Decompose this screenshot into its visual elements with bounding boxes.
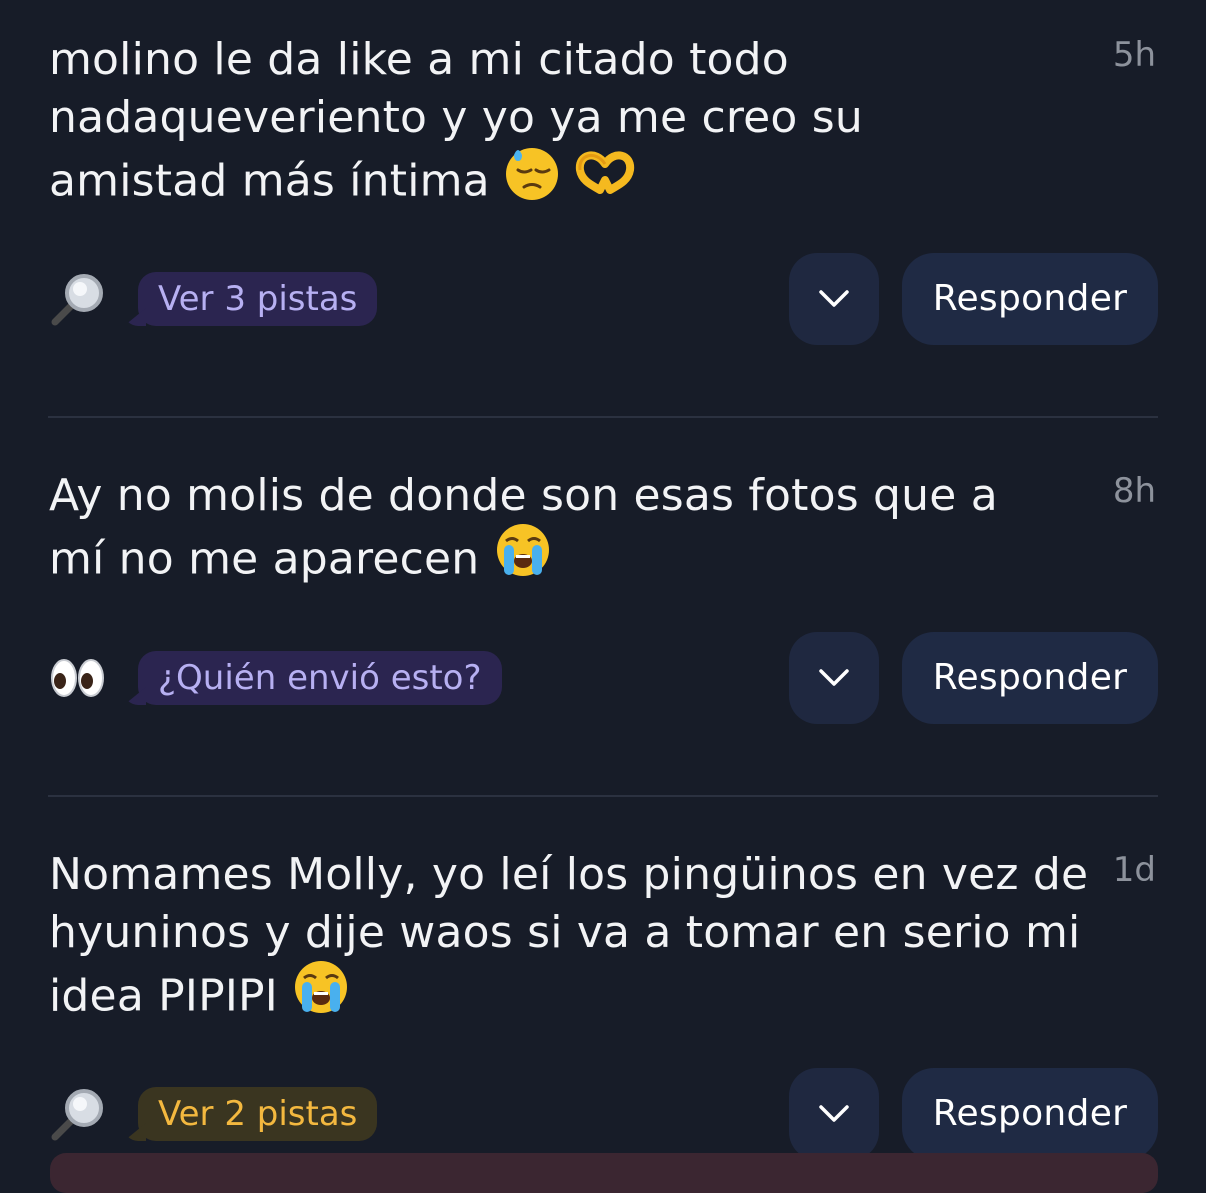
message-body: Nomames Molly, yo leí los pingüinos en v… bbox=[49, 849, 1089, 1022]
next-message-card[interactable] bbox=[50, 1153, 1158, 1193]
message-actions: Ver 3 pistas Responder bbox=[0, 253, 1206, 345]
divider bbox=[48, 795, 1158, 797]
message-time: 5h bbox=[1112, 35, 1156, 75]
reply-button[interactable]: Responder bbox=[902, 632, 1158, 724]
chevron-down-icon bbox=[819, 290, 849, 307]
expand-button[interactable] bbox=[789, 253, 879, 345]
loudly-crying-emoji bbox=[292, 958, 350, 1031]
expand-button[interactable] bbox=[789, 1068, 879, 1160]
message-actions: ¿Quién envió esto? Responder bbox=[0, 632, 1206, 724]
magnifying-glass-icon bbox=[50, 271, 106, 327]
message-time: 8h bbox=[1112, 471, 1156, 511]
chevron-down-icon bbox=[819, 669, 849, 686]
message-text: Nomames Molly, yo leí los pingüinos en v… bbox=[49, 846, 1089, 1035]
divider bbox=[48, 416, 1158, 418]
message-actions: Ver 2 pistas Responder bbox=[0, 1068, 1206, 1160]
heart-hands-emoji bbox=[574, 150, 636, 209]
eyes-icon bbox=[50, 650, 106, 706]
hints-button[interactable]: Ver 2 pistas bbox=[138, 1087, 378, 1141]
message-body: molino le da like a mi citado todo nadaq… bbox=[49, 34, 863, 207]
who-sent-button[interactable]: ¿Quién envió esto? bbox=[138, 651, 502, 705]
message-text: molino le da like a mi citado todo nadaq… bbox=[49, 31, 1049, 220]
reply-button[interactable]: Responder bbox=[902, 253, 1158, 345]
message-time: 1d bbox=[1112, 850, 1156, 890]
message-text: Ay no molis de donde son esas fotos que … bbox=[49, 467, 1059, 598]
magnifying-glass-icon bbox=[50, 1086, 106, 1142]
hints-button[interactable]: Ver 3 pistas bbox=[138, 272, 378, 326]
reply-button[interactable]: Responder bbox=[902, 1068, 1158, 1160]
chevron-down-icon bbox=[819, 1105, 849, 1122]
downcast-sweat-emoji bbox=[504, 143, 560, 216]
loudly-crying-emoji bbox=[494, 521, 552, 594]
expand-button[interactable] bbox=[789, 632, 879, 724]
